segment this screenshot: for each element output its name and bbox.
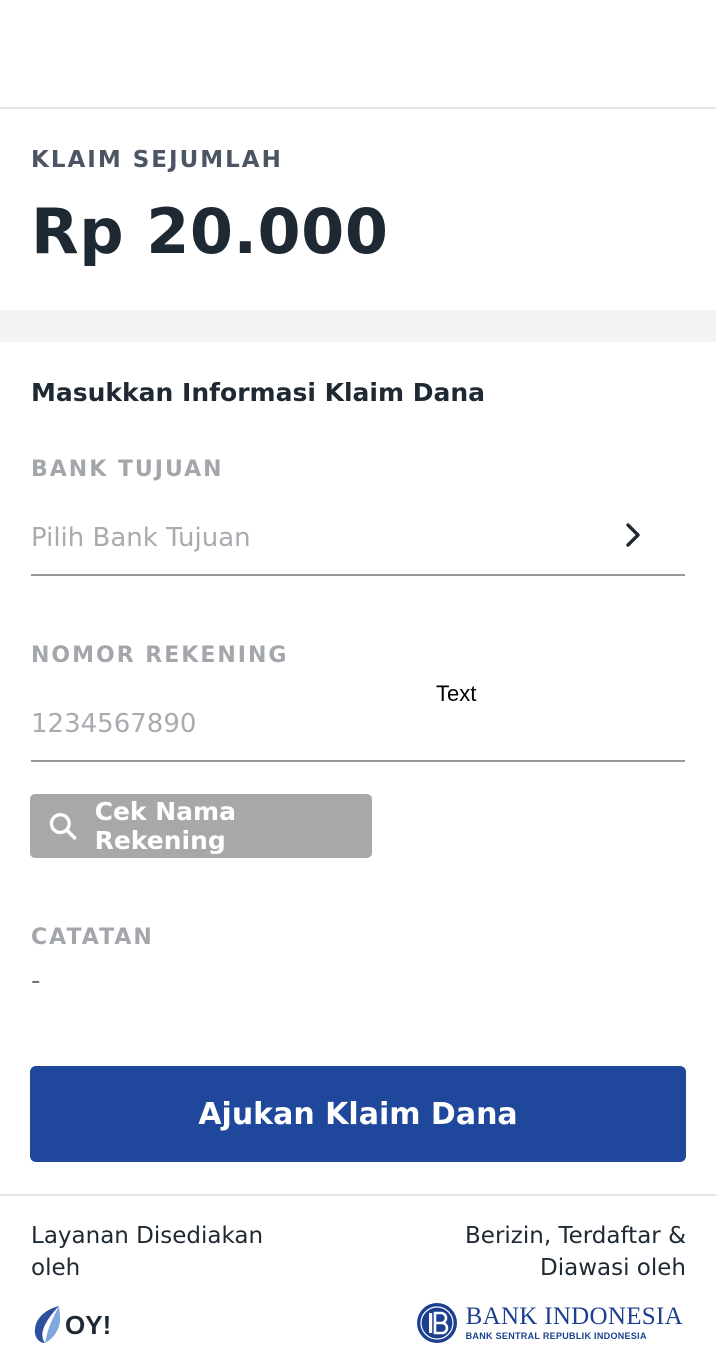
- bank-indonesia-wordmark: BANK INDONESIA BANK SENTRAL REPUBLIK IND…: [466, 1304, 683, 1342]
- section-separator: [0, 310, 716, 342]
- overlay-text: Text: [436, 681, 477, 706]
- bank-select[interactable]: Pilih Bank Tujuan: [31, 516, 685, 576]
- submit-claim-button[interactable]: Ajukan Klaim Dana: [30, 1066, 686, 1162]
- bank-indonesia-logo: BANK INDONESIA BANK SENTRAL REPUBLIK IND…: [416, 1302, 683, 1344]
- submit-claim-label: Ajukan Klaim Dana: [198, 1096, 518, 1132]
- check-account-name-button[interactable]: Cek Nama Rekening: [30, 794, 372, 858]
- claim-amount-value: Rp 20.000: [31, 195, 389, 268]
- account-number-placeholder: 1234567890: [31, 709, 197, 739]
- claim-page: KLAIM SEJUMLAH Rp 20.000 Masukkan Inform…: [0, 0, 716, 1368]
- claim-amount-section: KLAIM SEJUMLAH Rp 20.000: [0, 109, 716, 310]
- footer-divider: [0, 1194, 716, 1196]
- regulator-text: Berizin, Terdaftar & Diawasi oleh: [465, 1223, 686, 1281]
- note-value: -: [31, 966, 41, 996]
- bank-indonesia-seal-icon: [416, 1303, 457, 1343]
- account-number-label: NOMOR REKENING: [31, 643, 289, 668]
- check-account-name-label: Cek Nama Rekening: [94, 797, 236, 855]
- bank-field-label: BANK TUJUAN: [31, 457, 224, 482]
- oy-mark-icon: [34, 1306, 61, 1343]
- oy-logo: OY!: [33, 1302, 111, 1348]
- bank-indonesia-subtitle: BANK SENTRAL REPUBLIK INDONESIA: [465, 1331, 647, 1341]
- provider-text: Layanan Disediakan oleh: [31, 1223, 264, 1281]
- bank-indonesia-name: BANK INDONESIA: [465, 1303, 683, 1330]
- bank-select-placeholder: Pilih Bank Tujuan: [31, 523, 251, 553]
- form-title: Masukkan Informasi Klaim Dana: [31, 378, 486, 407]
- chevron-right-icon[interactable]: [619, 521, 647, 549]
- top-bar: [0, 0, 716, 109]
- note-label: CATATAN: [31, 925, 154, 950]
- search-icon: [49, 812, 77, 840]
- oy-wordmark: OY!: [65, 1309, 112, 1340]
- claim-amount-label: KLAIM SEJUMLAH: [31, 147, 283, 173]
- account-number-input[interactable]: 1234567890: [31, 702, 685, 762]
